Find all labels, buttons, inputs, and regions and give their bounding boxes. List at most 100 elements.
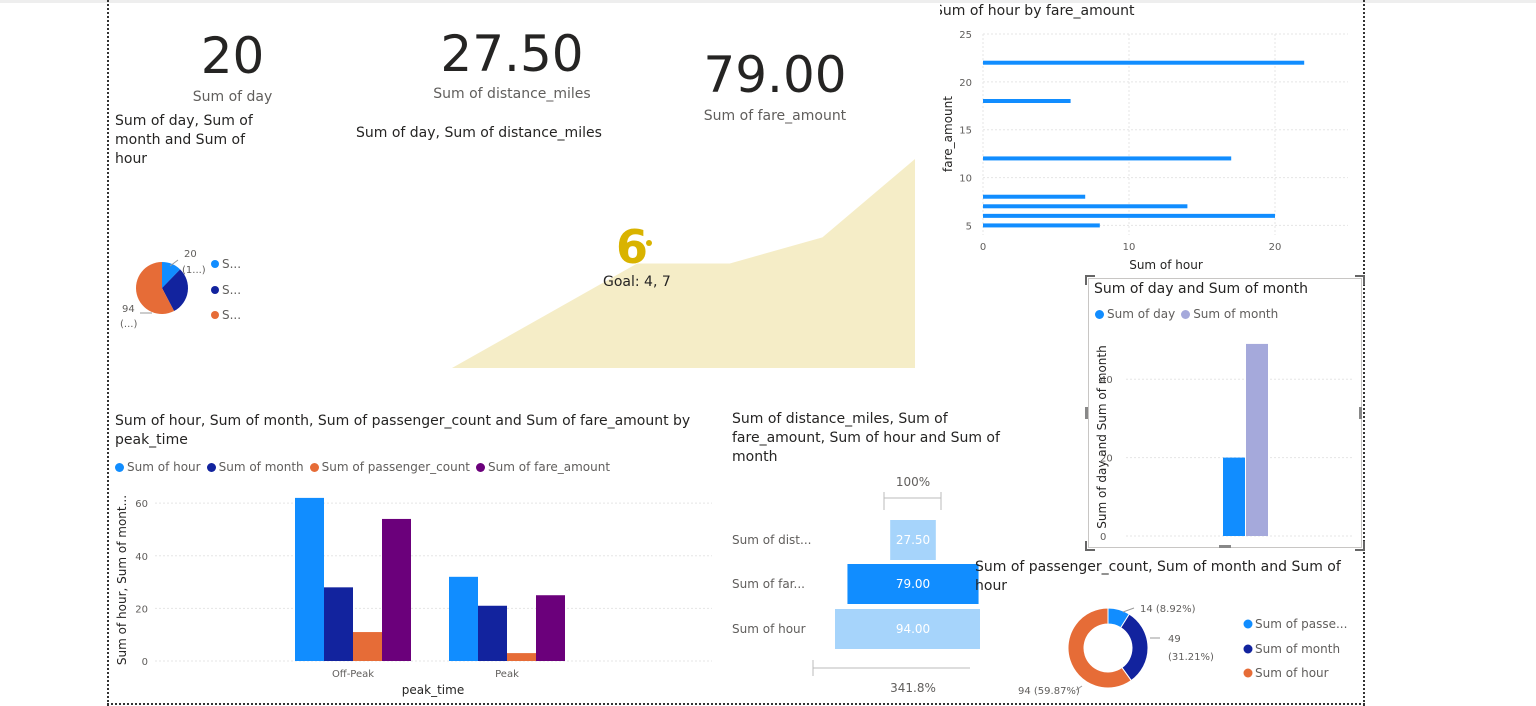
funnel-top-percent: 100% [896,475,930,489]
resize-handle-bottom[interactable] [1219,545,1231,548]
legend-dot-month [1181,309,1191,319]
donut-label-passenger: 14 (8.92%) [1140,604,1196,615]
pie-legend-label-2: S... [222,283,241,297]
legend-dot-day [1095,309,1104,319]
hbar-bar[interactable] [983,194,1086,199]
donut-label-hour: 94 (59.87%) [1018,686,1080,697]
kpi-card-day[interactable]: 20 Sum of day [150,28,315,105]
legend-label-day: Sum of day [1107,307,1176,321]
donut-legend-label-passenger[interactable]: Sum of passe... [1255,617,1347,631]
legend-label-passenger-count: Sum of passenger_count [321,460,471,474]
legend-item-passenger-count[interactable]: Sum of passenger_count [309,460,471,474]
daymonth-bar-1[interactable] [1223,457,1245,536]
clustered-x-tick-label: Peak [495,669,519,680]
clustered-legend: Sum of hour Sum of month Sum of passenge… [115,460,616,474]
hbar-bar[interactable] [983,213,1275,218]
hbar-y-axis-title: fare_amount [941,96,955,172]
clustered-y-tick-label: 40 [135,552,148,563]
clustered-bar[interactable] [382,518,411,661]
canvas-border-left [107,0,109,706]
donut-chart-title: Sum of passenger_count, Sum of month and… [975,559,1341,594]
resize-handle-right[interactable] [1359,407,1362,419]
legend-dot-month [206,462,216,472]
legend-item-month[interactable]: Sum of month [206,460,304,474]
hbar-bar[interactable] [983,99,1071,103]
kpi-goal-status-dot [646,240,652,246]
donut-label-month: 49 [1168,634,1181,645]
donut-slice-2[interactable] [1120,613,1149,682]
kpi-distance-value: 27.50 [440,25,584,83]
kpi-trend-area [452,159,915,368]
hbar-bar[interactable] [983,156,1232,161]
donut-legend-dot-passenger [1243,619,1253,629]
hbar-chart-title: Sum of hour by fare_amount [940,3,1135,19]
funnel-chart-title: Sum of distance_miles, Sum of fare_amoun… [732,411,1000,465]
clustered-y-tick-label: 0 [142,657,148,668]
kpi-card-fare[interactable]: 79.00 Sum of fare_amount [685,46,865,124]
daymonth-y-tick-label: 0 [1100,532,1106,543]
daymonth-chart[interactable]: 02040 Sum of day and Sum of month [1090,330,1358,545]
kpi-day-value: 20 [200,27,265,85]
clustered-y-axis-title: Sum of hour, Sum of mont... [115,495,129,665]
clustered-y-tick-label: 60 [135,499,148,510]
hbar-y-tick-label: 10 [959,174,972,185]
hbar-chart[interactable]: 0 10 20 5 10 15 20 25 Sum of hour fare_amount [940,22,1360,277]
clustered-bar[interactable] [295,497,324,661]
daymonth-y-axis-title: Sum of day and Sum of month [1095,345,1109,528]
donut-legend-dot-month [1243,644,1253,654]
clustered-bar[interactable] [478,605,507,661]
clustered-bar[interactable] [353,632,382,661]
donut-legend-label-hour[interactable]: Sum of hour [1255,666,1329,680]
funnel-chart[interactable]: 100% Sum of dist... 27.50 Sum of far... 79.… [725,470,980,700]
hbar-bar[interactable] [983,60,1305,65]
legend-item-day[interactable]: Sum of day [1095,307,1175,321]
clustered-chart[interactable]: 0 20 40 60 Off-Peak Peak Sum of hour, Sum of… [112,480,722,702]
resize-handle-top-right[interactable] [1355,275,1365,285]
legend-label-month: Sum of month [218,460,304,474]
daymonth-legend: Sum of day Sum of month [1095,307,1284,321]
pie-label-top-sub: (1...) [182,265,206,276]
kpi-goal-area-chart[interactable] [440,150,920,375]
clustered-bar[interactable] [324,587,353,661]
funnel-value-label: 27.50 [896,533,930,547]
hbar-x-tick-label: 10 [1123,242,1136,253]
funnel-bottom-percent: 341.8% [890,681,936,695]
kpi-day-label: Sum of day [192,89,273,105]
kpi-card-distance[interactable]: 27.50 Sum of distance_miles [412,26,612,102]
legend-item-hour[interactable]: Sum of hour [115,460,201,474]
legend-dot-hour [115,462,124,472]
legend-label-month: Sum of month [1193,307,1279,321]
donut-legend-label-month[interactable]: Sum of month [1255,642,1340,656]
legend-item-fare-amount[interactable]: Sum of fare_amount [476,460,610,474]
pie-legend-dot-1 [211,260,219,268]
legend-item-month[interactable]: Sum of month [1181,307,1278,321]
pie-legend-dot-2 [211,286,219,294]
daymonth-chart-title: Sum of day and Sum of month [1094,281,1309,297]
clustered-y-tick-label: 20 [135,604,148,615]
clustered-bar[interactable] [536,595,565,661]
resize-handle-left[interactable] [1085,407,1088,419]
hbar-x-tick-label: 20 [1269,242,1282,253]
hbar-x-axis-title: Sum of hour [1129,258,1203,272]
pie-chart-title: Sum of day, Sum of month and Sum of hour [115,113,253,167]
daymonth-bar-2[interactable] [1246,343,1268,536]
legend-dot-passenger-count [309,462,319,472]
pie-legend-label-3: S... [222,308,241,322]
pie-label-bottom: 94 [122,304,135,315]
hbar-y-tick-label: 20 [959,78,972,89]
clustered-x-axis-title: peak_time [402,683,464,697]
donut-label-month-pct: (31.21%) [1168,652,1214,663]
kpi-goal-value: 6 [616,220,649,274]
pie-chart[interactable]: 20 (1...) 94 (...) S... S... S... [112,240,252,335]
canvas-top-edge [0,0,1536,3]
hbar-bar[interactable] [983,223,1100,228]
kpi-fare-label: Sum of fare_amount [703,108,847,124]
legend-label-fare-amount: Sum of fare_amount [488,460,611,474]
clustered-bar[interactable] [449,576,478,661]
funnel-category-label: Sum of far... [732,577,805,591]
donut-chart[interactable]: 14 (8.92%) 49 (31.21%) 94 (59.87%) Sum o… [1010,598,1360,704]
hbar-bar[interactable] [983,204,1188,209]
donut-legend-dot-hour [1243,668,1253,678]
kpi-distance-label: Sum of distance_miles [433,86,591,102]
clustered-bar[interactable] [507,653,536,661]
